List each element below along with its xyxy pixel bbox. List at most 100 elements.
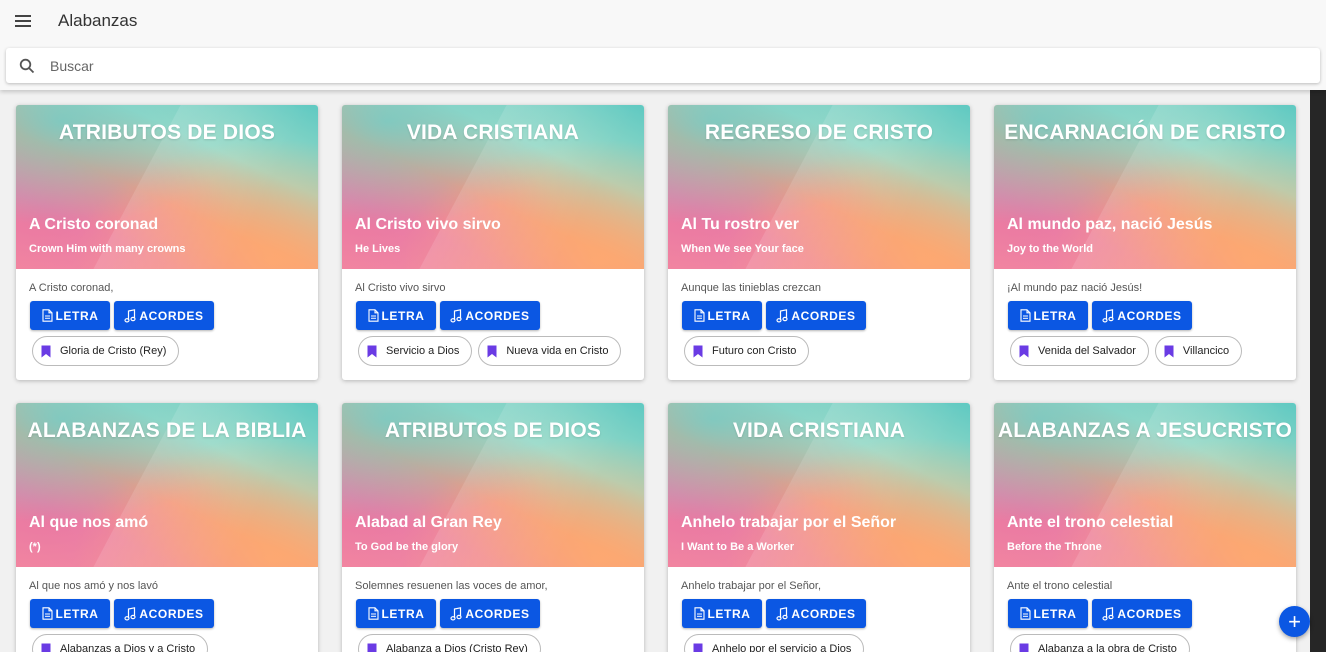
card-category: ENCARNACIÓN DE CRISTO (1004, 121, 1286, 144)
tag-list: Alabanzas a Dios y a Cristo (32, 634, 209, 652)
tag-chip[interactable]: Servicio a Dios (358, 336, 473, 366)
tag-chip[interactable]: Alabanzas a Dios y a Cristo (32, 634, 209, 652)
document-icon (693, 309, 705, 322)
tag-label: Venida del Salvador (1038, 345, 1136, 357)
letra-button[interactable]: LETRA (356, 301, 436, 330)
acordes-label: ACORDES (1117, 308, 1182, 323)
letra-button[interactable]: LETRA (30, 599, 110, 628)
tag-chip[interactable]: Villancico (1154, 336, 1243, 366)
bookmark-icon (41, 643, 60, 652)
tag-chip[interactable]: Futuro con Cristo (684, 336, 810, 366)
music-note-icon (1102, 308, 1114, 322)
tag-chip[interactable]: Anhelo por el servicio a Dios (684, 634, 865, 652)
tag-chip[interactable]: Gloria de Cristo (Rey) (32, 336, 180, 366)
card-category: ALABANZAS DE LA BIBLIA (27, 419, 307, 442)
song-card[interactable]: ATRIBUTOS DE DIOS Alabad al Gran Rey To … (342, 403, 644, 652)
document-icon (1019, 607, 1031, 620)
app-title: Alabanzas (58, 11, 138, 30)
bookmark-icon (367, 345, 386, 358)
song-card[interactable]: ENCARNACIÓN DE CRISTO Al mundo paz, naci… (994, 105, 1296, 380)
tag-label: Futuro con Cristo (712, 345, 797, 357)
first-line: Al que nos amó y nos lavó (29, 580, 159, 592)
music-note-icon (776, 308, 788, 322)
acordes-label: ACORDES (1117, 606, 1182, 621)
tag-label: Alabanza a la obra de Cristo (1038, 643, 1177, 652)
tag-chip[interactable]: Nueva vida en Cristo (478, 336, 622, 366)
plus-icon: + (1288, 608, 1301, 634)
acordes-button[interactable]: ACORDES (440, 599, 540, 628)
song-subtitle: Before the Throne (1007, 541, 1102, 553)
card-category: VIDA CRISTIANA (406, 121, 580, 144)
acordes-button[interactable]: ACORDES (766, 599, 866, 628)
card-category: ATRIBUTOS DE DIOS (58, 121, 276, 144)
bookmark-icon (367, 643, 386, 652)
song-grid: ATRIBUTOS DE DIOS A Cristo coronad Crown… (16, 105, 1296, 652)
song-title: Al Tu rostro ver (681, 216, 799, 233)
tag-list: Alabanza a Dios (Cristo Rey) (358, 634, 541, 652)
song-card[interactable]: REGRESO DE CRISTO Al Tu rostro ver When … (668, 105, 970, 380)
first-line: Ante el trono celestial (1007, 580, 1113, 592)
song-card[interactable]: VIDA CRISTIANA Anhelo trabajar por el Se… (668, 403, 970, 652)
acordes-button[interactable]: ACORDES (1092, 301, 1192, 330)
song-subtitle: (*) (29, 541, 41, 553)
document-icon (367, 607, 379, 620)
song-title: A Cristo coronad (29, 216, 159, 233)
song-title: Ante el trono celestial (1007, 514, 1174, 531)
first-line: Anhelo trabajar por el Señor, (681, 580, 822, 592)
song-title: Alabad al Gran Rey (355, 514, 502, 531)
tag-chip[interactable]: Alabanza a Dios (Cristo Rey) (358, 634, 541, 652)
bookmark-icon (41, 345, 60, 358)
song-card[interactable]: ALABANZAS DE LA BIBLIA Al que nos amó (*… (16, 403, 318, 652)
card-media: ALABANZAS DE LA BIBLIA Al que nos amó (*… (16, 403, 318, 567)
first-line: Al Cristo vivo sirvo (355, 282, 446, 294)
song-card[interactable]: VIDA CRISTIANA Al Cristo vivo sirvo He L… (342, 105, 644, 380)
acordes-button[interactable]: ACORDES (114, 301, 214, 330)
letra-button[interactable]: LETRA (30, 301, 110, 330)
tag-list: Anhelo por el servicio a Dios (684, 634, 865, 652)
acordes-button[interactable]: ACORDES (114, 599, 214, 628)
song-subtitle: To God be the glory (355, 541, 459, 553)
song-list: ATRIBUTOS DE DIOS A Cristo coronad Crown… (0, 90, 1310, 652)
search-bar (6, 48, 1320, 83)
acordes-button[interactable]: ACORDES (440, 301, 540, 330)
card-media: VIDA CRISTIANA Anhelo trabajar por el Se… (668, 403, 970, 567)
tag-chip[interactable]: Venida del Salvador (1010, 336, 1149, 366)
tag-list: Venida del Salvador Villancico (1010, 336, 1243, 366)
tag-list: Alabanza a la obra de Cristo (1010, 634, 1190, 652)
document-icon (1019, 309, 1031, 322)
tag-label: Anhelo por el servicio a Dios (712, 643, 852, 652)
music-note-icon (450, 606, 462, 620)
search-input[interactable] (50, 48, 1290, 83)
tag-label: Gloria de Cristo (Rey) (60, 345, 167, 357)
music-note-icon (450, 308, 462, 322)
bookmark-icon (1164, 345, 1183, 358)
card-media: ATRIBUTOS DE DIOS Alabad al Gran Rey To … (342, 403, 644, 567)
letra-button[interactable]: LETRA (1008, 599, 1088, 628)
song-card[interactable]: ALABANZAS A JESUCRISTO Ante el trono cel… (994, 403, 1296, 652)
song-card[interactable]: ATRIBUTOS DE DIOS A Cristo coronad Crown… (16, 105, 318, 380)
letra-button[interactable]: LETRA (682, 301, 762, 330)
letra-button[interactable]: LETRA (1008, 301, 1088, 330)
add-button[interactable]: + (1279, 606, 1310, 637)
card-media: REGRESO DE CRISTO Al Tu rostro ver When … (668, 105, 970, 269)
card-actions: LETRA ACORDES (1008, 301, 1192, 330)
menu-icon[interactable] (12, 11, 34, 31)
acordes-button[interactable]: ACORDES (766, 301, 866, 330)
card-actions: LETRA ACORDES (682, 599, 866, 628)
acordes-label: ACORDES (139, 308, 204, 323)
acordes-button[interactable]: ACORDES (1092, 599, 1192, 628)
letra-button[interactable]: LETRA (682, 599, 762, 628)
card-category: ALABANZAS A JESUCRISTO (997, 419, 1293, 442)
tag-label: Alabanzas a Dios y a Cristo (60, 643, 196, 652)
music-note-icon (776, 606, 788, 620)
card-actions: LETRA ACORDES (682, 301, 866, 330)
letra-button[interactable]: LETRA (356, 599, 436, 628)
scrollbar[interactable] (1310, 90, 1326, 652)
document-icon (367, 309, 379, 322)
acordes-label: ACORDES (139, 606, 204, 621)
song-subtitle: He Lives (355, 243, 401, 255)
card-category: VIDA CRISTIANA (732, 419, 906, 442)
app-bar: Alabanzas (0, 0, 1326, 90)
tag-chip[interactable]: Alabanza a la obra de Cristo (1010, 634, 1190, 652)
letra-label: LETRA (707, 606, 751, 621)
